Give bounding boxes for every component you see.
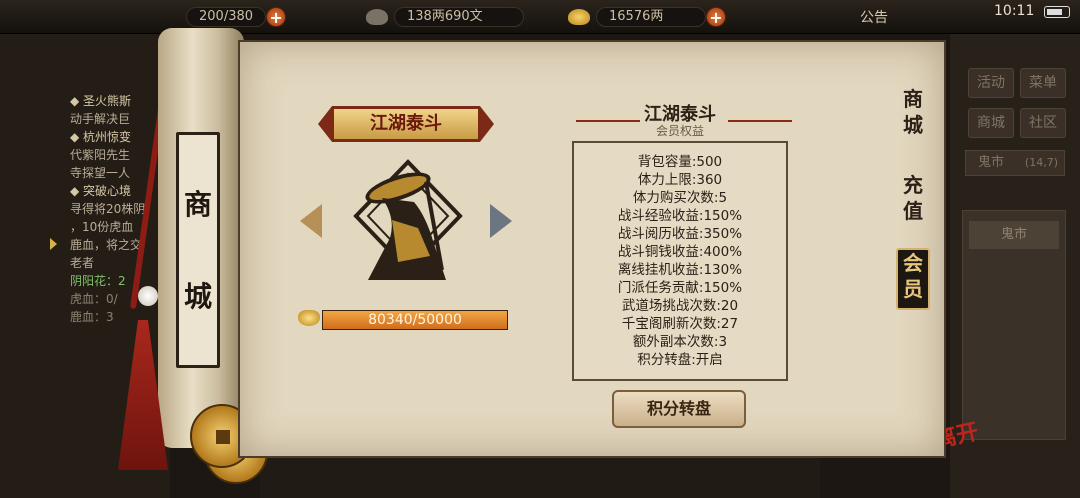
benefit-item: 体力上限:360 xyxy=(637,172,723,188)
scroll-label: 商 城 xyxy=(176,132,220,368)
prev-level-arrow-icon[interactable] xyxy=(300,204,322,238)
quest-line: 阴阳花：2 xyxy=(70,274,126,288)
benefit-item: 战斗经验收益:150% xyxy=(617,208,743,224)
activity-button[interactable]: 活动 xyxy=(968,68,1014,98)
location-list: 鬼市 xyxy=(962,210,1066,440)
quest-line[interactable]: ◆ 突破心境 xyxy=(70,182,170,200)
stamina-value: 200/380 xyxy=(186,7,267,27)
add-gold-button[interactable]: + xyxy=(706,7,726,27)
add-stamina-button[interactable]: + xyxy=(266,7,287,27)
gold-value: 16576两 xyxy=(596,7,706,27)
benefit-item: 千宝阁刷新次数:27 xyxy=(621,316,739,332)
quest-line: 鹿血，将之交 xyxy=(70,238,143,252)
quest-line: 寻得将20株阴 xyxy=(70,202,146,216)
next-level-arrow-icon[interactable] xyxy=(490,204,512,238)
location-bar: 鬼市 (14,7) xyxy=(965,150,1065,176)
quest-line[interactable]: ◆ 圣火熊斯 xyxy=(70,92,170,110)
gold-ingot-icon xyxy=(568,9,590,25)
quest-line: 鹿血：3 xyxy=(70,310,114,324)
quest-line: 老者 xyxy=(70,256,95,270)
shop-button[interactable]: 商城 xyxy=(968,108,1014,138)
copper-value: 138两690文 xyxy=(394,7,524,27)
benefit-item: 离线挂机收益:130% xyxy=(617,262,743,278)
copper-resource: 138两690文 xyxy=(366,6,524,28)
benefit-item: 武道场挑战次数:20 xyxy=(621,298,739,314)
tab-vip[interactable]: 会员 xyxy=(896,248,930,310)
top-resource-bar: 200/380 + 138两690文 16576两 + 公告 10:11 xyxy=(0,0,1080,34)
tab-shop[interactable]: 商城 xyxy=(896,86,930,138)
benefit-item: 门派任务贡献:150% xyxy=(617,280,743,296)
benefit-item: 积分转盘:开启 xyxy=(637,352,723,368)
benefit-item: 背包容量:500 xyxy=(637,154,723,170)
clock: 10:11 xyxy=(994,3,1035,19)
benefit-item: 体力购买次数:5 xyxy=(632,190,728,206)
jade-bead-icon xyxy=(138,286,158,306)
location-name: 鬼市 xyxy=(978,155,1005,170)
points-wheel-button[interactable]: 积分转盘 xyxy=(612,390,746,428)
vip-progress-text: 80340/50000 xyxy=(368,312,462,328)
menu-button[interactable]: 菜单 xyxy=(1020,68,1066,98)
stamina-resource: 200/380 + xyxy=(186,6,287,28)
tab-recharge[interactable]: 充值 xyxy=(896,172,930,224)
scroll-title-char: 城 xyxy=(183,280,212,313)
copper-icon xyxy=(366,9,388,25)
location-coords: (14,7) xyxy=(1024,156,1058,169)
scroll-title-char: 商 xyxy=(183,188,212,221)
notice-button[interactable]: 公告 xyxy=(860,7,888,27)
benefit-item: 额外副本次数:3 xyxy=(632,334,728,350)
quest-line: ，10份虎血 xyxy=(70,220,134,234)
benefit-item: 战斗铜钱收益:400% xyxy=(617,244,743,260)
bottom-menu-strip xyxy=(260,458,820,498)
gold-resource: 16576两 + xyxy=(568,6,726,28)
vip-level-name: 江湖泰斗 xyxy=(334,109,478,139)
vip-progress-bar: 80340/50000 xyxy=(322,310,508,330)
gold-ingot-icon xyxy=(298,310,320,326)
benefits-subtitle: 会员权益 xyxy=(655,124,704,138)
benefits-box: 背包容量:500 体力上限:360 体力购买次数:5 战斗经验收益:150% 战… xyxy=(572,141,788,381)
community-button[interactable]: 社区 xyxy=(1020,108,1066,138)
benefit-item: 战斗阅历收益:350% xyxy=(617,226,743,242)
expand-arrow-icon[interactable] xyxy=(50,238,57,250)
list-item[interactable]: 鬼市 xyxy=(969,221,1059,249)
vip-portrait-icon xyxy=(353,159,463,280)
battery-icon xyxy=(1044,6,1070,18)
